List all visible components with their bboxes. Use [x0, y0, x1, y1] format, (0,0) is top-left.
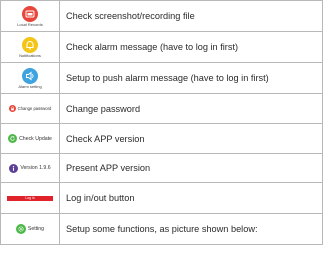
item-label: Setting [27, 226, 45, 232]
folder-record-icon [22, 5, 38, 22]
table-row: Alarm setting Setup to push alarm messag… [0, 62, 323, 94]
info-icon [9, 163, 19, 173]
notifications-tile[interactable]: Notifications [1, 36, 59, 58]
icon-cell: Alarm setting [0, 62, 60, 94]
icon-cell: Change password [0, 93, 60, 124]
bell-icon [22, 36, 38, 53]
alarm-setting-tile[interactable]: Alarm setting [1, 67, 59, 89]
table-row: Notifications Check alarm message (have … [0, 31, 323, 63]
row-description: Check alarm message (have to log in firs… [59, 31, 323, 63]
change-password-item[interactable]: Change password [1, 105, 59, 112]
item-label: Change password [17, 106, 52, 111]
row-description: Log in/out button [59, 182, 323, 214]
local-records-tile[interactable]: Local Records [1, 5, 59, 27]
row-description: Check screenshot/recording file [59, 0, 323, 32]
table-row: Check Update Check APP version [0, 123, 323, 154]
item-label: Version 1.9.6 [20, 165, 51, 171]
table-row: Setting Setup some functions, as picture… [0, 213, 323, 245]
refresh-icon [8, 134, 18, 143]
row-description: Setup to push alarm message (have to log… [59, 62, 323, 94]
item-label: Check Update [19, 135, 52, 142]
icon-caption: Notifications [19, 52, 41, 58]
speaker-icon [22, 67, 38, 84]
icon-cell: Setting [0, 213, 60, 245]
login-button[interactable]: Log in [7, 195, 53, 201]
icon-cell: Check Update [0, 123, 60, 154]
gear-icon [15, 224, 26, 234]
feature-guide-table: Local Records Check screenshot/recording… [0, 0, 323, 245]
row-description: Setup some functions, as picture shown b… [59, 213, 323, 245]
setting-item[interactable]: Setting [1, 224, 59, 234]
icon-cell: Version 1.9.6 [0, 153, 60, 183]
icon-caption: Alarm setting [18, 83, 42, 89]
table-row: Version 1.9.6 Present APP version [0, 153, 323, 183]
table-row: Log in Log in/out button [0, 182, 323, 214]
icon-cell: Local Records [0, 0, 60, 32]
row-description: Check APP version [59, 123, 323, 154]
icon-cell: Log in [0, 182, 60, 214]
row-description: Change password [59, 93, 323, 124]
icon-caption: Local Records [17, 21, 43, 27]
version-item[interactable]: Version 1.9.6 [1, 163, 59, 173]
icon-cell: Notifications [0, 31, 60, 63]
check-update-item[interactable]: Check Update [1, 134, 59, 143]
row-description: Present APP version [59, 153, 323, 183]
table-row: Change password Change password [0, 93, 323, 124]
table-row: Local Records Check screenshot/recording… [0, 0, 323, 32]
lock-icon [8, 105, 16, 112]
